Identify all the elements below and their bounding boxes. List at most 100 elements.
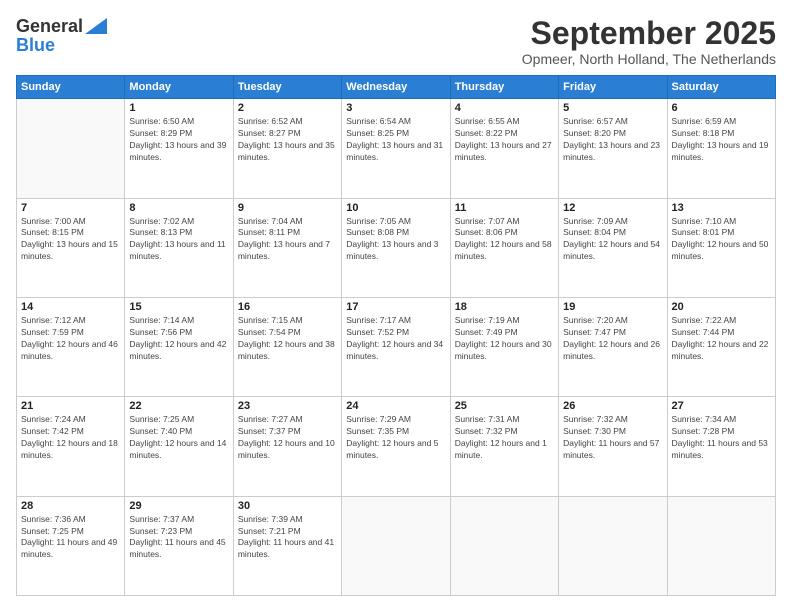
table-row: 20Sunrise: 7:22 AMSunset: 7:44 PMDayligh…	[667, 297, 775, 396]
day-info: Sunrise: 6:59 AMSunset: 8:18 PMDaylight:…	[672, 116, 771, 164]
daylight-text: Daylight: 11 hours and 45 minutes.	[129, 537, 228, 561]
sunset-text: Sunset: 8:20 PM	[563, 128, 662, 140]
day-number: 20	[672, 301, 771, 313]
sunset-text: Sunset: 8:11 PM	[238, 227, 337, 239]
logo-general: General	[16, 16, 83, 37]
sunrise-text: Sunrise: 7:20 AM	[563, 315, 662, 327]
day-info: Sunrise: 6:54 AMSunset: 8:25 PMDaylight:…	[346, 116, 445, 164]
table-row: 19Sunrise: 7:20 AMSunset: 7:47 PMDayligh…	[559, 297, 667, 396]
header-thursday: Thursday	[450, 76, 558, 99]
day-number: 7	[21, 202, 120, 214]
table-row: 1Sunrise: 6:50 AMSunset: 8:29 PMDaylight…	[125, 99, 233, 198]
page: General Blue September 2025 Opmeer, Nort…	[0, 0, 792, 612]
day-info: Sunrise: 7:19 AMSunset: 7:49 PMDaylight:…	[455, 315, 554, 363]
sunset-text: Sunset: 8:27 PM	[238, 128, 337, 140]
sunset-text: Sunset: 7:49 PM	[455, 327, 554, 339]
daylight-text: Daylight: 12 hours and 22 minutes.	[672, 339, 771, 363]
table-row: 21Sunrise: 7:24 AMSunset: 7:42 PMDayligh…	[17, 397, 125, 496]
calendar-week-row: 7Sunrise: 7:00 AMSunset: 8:15 PMDaylight…	[17, 198, 776, 297]
sunrise-text: Sunrise: 7:00 AM	[21, 216, 120, 228]
day-info: Sunrise: 6:55 AMSunset: 8:22 PMDaylight:…	[455, 116, 554, 164]
table-row: 8Sunrise: 7:02 AMSunset: 8:13 PMDaylight…	[125, 198, 233, 297]
header-sunday: Sunday	[17, 76, 125, 99]
sunset-text: Sunset: 7:35 PM	[346, 426, 445, 438]
sunrise-text: Sunrise: 7:22 AM	[672, 315, 771, 327]
sunrise-text: Sunrise: 7:31 AM	[455, 414, 554, 426]
sunset-text: Sunset: 7:42 PM	[21, 426, 120, 438]
day-number: 16	[238, 301, 337, 313]
day-info: Sunrise: 6:52 AMSunset: 8:27 PMDaylight:…	[238, 116, 337, 164]
table-row: 18Sunrise: 7:19 AMSunset: 7:49 PMDayligh…	[450, 297, 558, 396]
sunset-text: Sunset: 8:15 PM	[21, 227, 120, 239]
daylight-text: Daylight: 11 hours and 53 minutes.	[672, 438, 771, 462]
day-number: 19	[563, 301, 662, 313]
day-number: 4	[455, 102, 554, 114]
calendar-week-row: 28Sunrise: 7:36 AMSunset: 7:25 PMDayligh…	[17, 496, 776, 595]
day-info: Sunrise: 7:15 AMSunset: 7:54 PMDaylight:…	[238, 315, 337, 363]
sunrise-text: Sunrise: 6:50 AM	[129, 116, 228, 128]
day-info: Sunrise: 7:02 AMSunset: 8:13 PMDaylight:…	[129, 216, 228, 264]
daylight-text: Daylight: 12 hours and 42 minutes.	[129, 339, 228, 363]
calendar-table: Sunday Monday Tuesday Wednesday Thursday…	[16, 75, 776, 596]
sunrise-text: Sunrise: 7:36 AM	[21, 514, 120, 526]
daylight-text: Daylight: 13 hours and 15 minutes.	[21, 239, 120, 263]
sunrise-text: Sunrise: 7:27 AM	[238, 414, 337, 426]
sunset-text: Sunset: 7:37 PM	[238, 426, 337, 438]
sunset-text: Sunset: 8:29 PM	[129, 128, 228, 140]
table-row: 25Sunrise: 7:31 AMSunset: 7:32 PMDayligh…	[450, 397, 558, 496]
daylight-text: Daylight: 12 hours and 5 minutes.	[346, 438, 445, 462]
sunset-text: Sunset: 8:08 PM	[346, 227, 445, 239]
day-number: 29	[129, 500, 228, 512]
sunset-text: Sunset: 7:56 PM	[129, 327, 228, 339]
table-row: 30Sunrise: 7:39 AMSunset: 7:21 PMDayligh…	[233, 496, 341, 595]
header-monday: Monday	[125, 76, 233, 99]
day-info: Sunrise: 6:57 AMSunset: 8:20 PMDaylight:…	[563, 116, 662, 164]
daylight-text: Daylight: 12 hours and 30 minutes.	[455, 339, 554, 363]
day-number: 26	[563, 400, 662, 412]
sunrise-text: Sunrise: 6:59 AM	[672, 116, 771, 128]
day-number: 21	[21, 400, 120, 412]
logo-blue: Blue	[16, 35, 107, 56]
sunrise-text: Sunrise: 6:52 AM	[238, 116, 337, 128]
header-wednesday: Wednesday	[342, 76, 450, 99]
day-number: 17	[346, 301, 445, 313]
table-row: 28Sunrise: 7:36 AMSunset: 7:25 PMDayligh…	[17, 496, 125, 595]
day-number: 9	[238, 202, 337, 214]
sunrise-text: Sunrise: 7:10 AM	[672, 216, 771, 228]
sunrise-text: Sunrise: 7:14 AM	[129, 315, 228, 327]
day-info: Sunrise: 7:32 AMSunset: 7:30 PMDaylight:…	[563, 414, 662, 462]
table-row: 11Sunrise: 7:07 AMSunset: 8:06 PMDayligh…	[450, 198, 558, 297]
header: General Blue September 2025 Opmeer, Nort…	[16, 16, 776, 67]
day-info: Sunrise: 7:04 AMSunset: 8:11 PMDaylight:…	[238, 216, 337, 264]
table-row: 29Sunrise: 7:37 AMSunset: 7:23 PMDayligh…	[125, 496, 233, 595]
daylight-text: Daylight: 12 hours and 46 minutes.	[21, 339, 120, 363]
day-number: 27	[672, 400, 771, 412]
day-info: Sunrise: 7:36 AMSunset: 7:25 PMDaylight:…	[21, 514, 120, 562]
daylight-text: Daylight: 13 hours and 39 minutes.	[129, 140, 228, 164]
table-row: 12 Sunrise: 7:09 AMSunset: 8:04 PMDayligh…	[559, 198, 667, 297]
day-number: 10	[346, 202, 445, 214]
day-number: 11	[455, 202, 554, 214]
daylight-text: Daylight: 13 hours and 3 minutes.	[346, 239, 445, 263]
daylight-text: Daylight: 12 hours and 18 minutes.	[21, 438, 120, 462]
sunrise-text: Sunrise: 7:12 AM	[21, 315, 120, 327]
day-number: 12	[563, 202, 662, 214]
day-info: Sunrise: 7:17 AMSunset: 7:52 PMDaylight:…	[346, 315, 445, 363]
daylight-text: Daylight: 12 hours and 26 minutes.	[563, 339, 662, 363]
sunset-text: Sunset: 7:25 PM	[21, 526, 120, 538]
day-info: Sunrise: 7:00 AMSunset: 8:15 PMDaylight:…	[21, 216, 120, 264]
calendar-header-row: Sunday Monday Tuesday Wednesday Thursday…	[17, 76, 776, 99]
sunrise-text: Sunrise: 7:29 AM	[346, 414, 445, 426]
daylight-text: Daylight: 13 hours and 11 minutes.	[129, 239, 228, 263]
table-row: 3Sunrise: 6:54 AMSunset: 8:25 PMDaylight…	[342, 99, 450, 198]
day-number: 2	[238, 102, 337, 114]
location: Opmeer, North Holland, The Netherlands	[522, 51, 776, 67]
calendar-week-row: 21Sunrise: 7:24 AMSunset: 7:42 PMDayligh…	[17, 397, 776, 496]
day-info: Sunrise: 7:09 AMSunset: 8:04 PMDaylight:…	[563, 216, 662, 264]
sunset-text: Sunset: 7:40 PM	[129, 426, 228, 438]
header-saturday: Saturday	[667, 76, 775, 99]
sunset-text: Sunset: 8:18 PM	[672, 128, 771, 140]
table-row: 24Sunrise: 7:29 AMSunset: 7:35 PMDayligh…	[342, 397, 450, 496]
daylight-text: Daylight: 11 hours and 49 minutes.	[21, 537, 120, 561]
sunset-text: Sunset: 7:21 PM	[238, 526, 337, 538]
